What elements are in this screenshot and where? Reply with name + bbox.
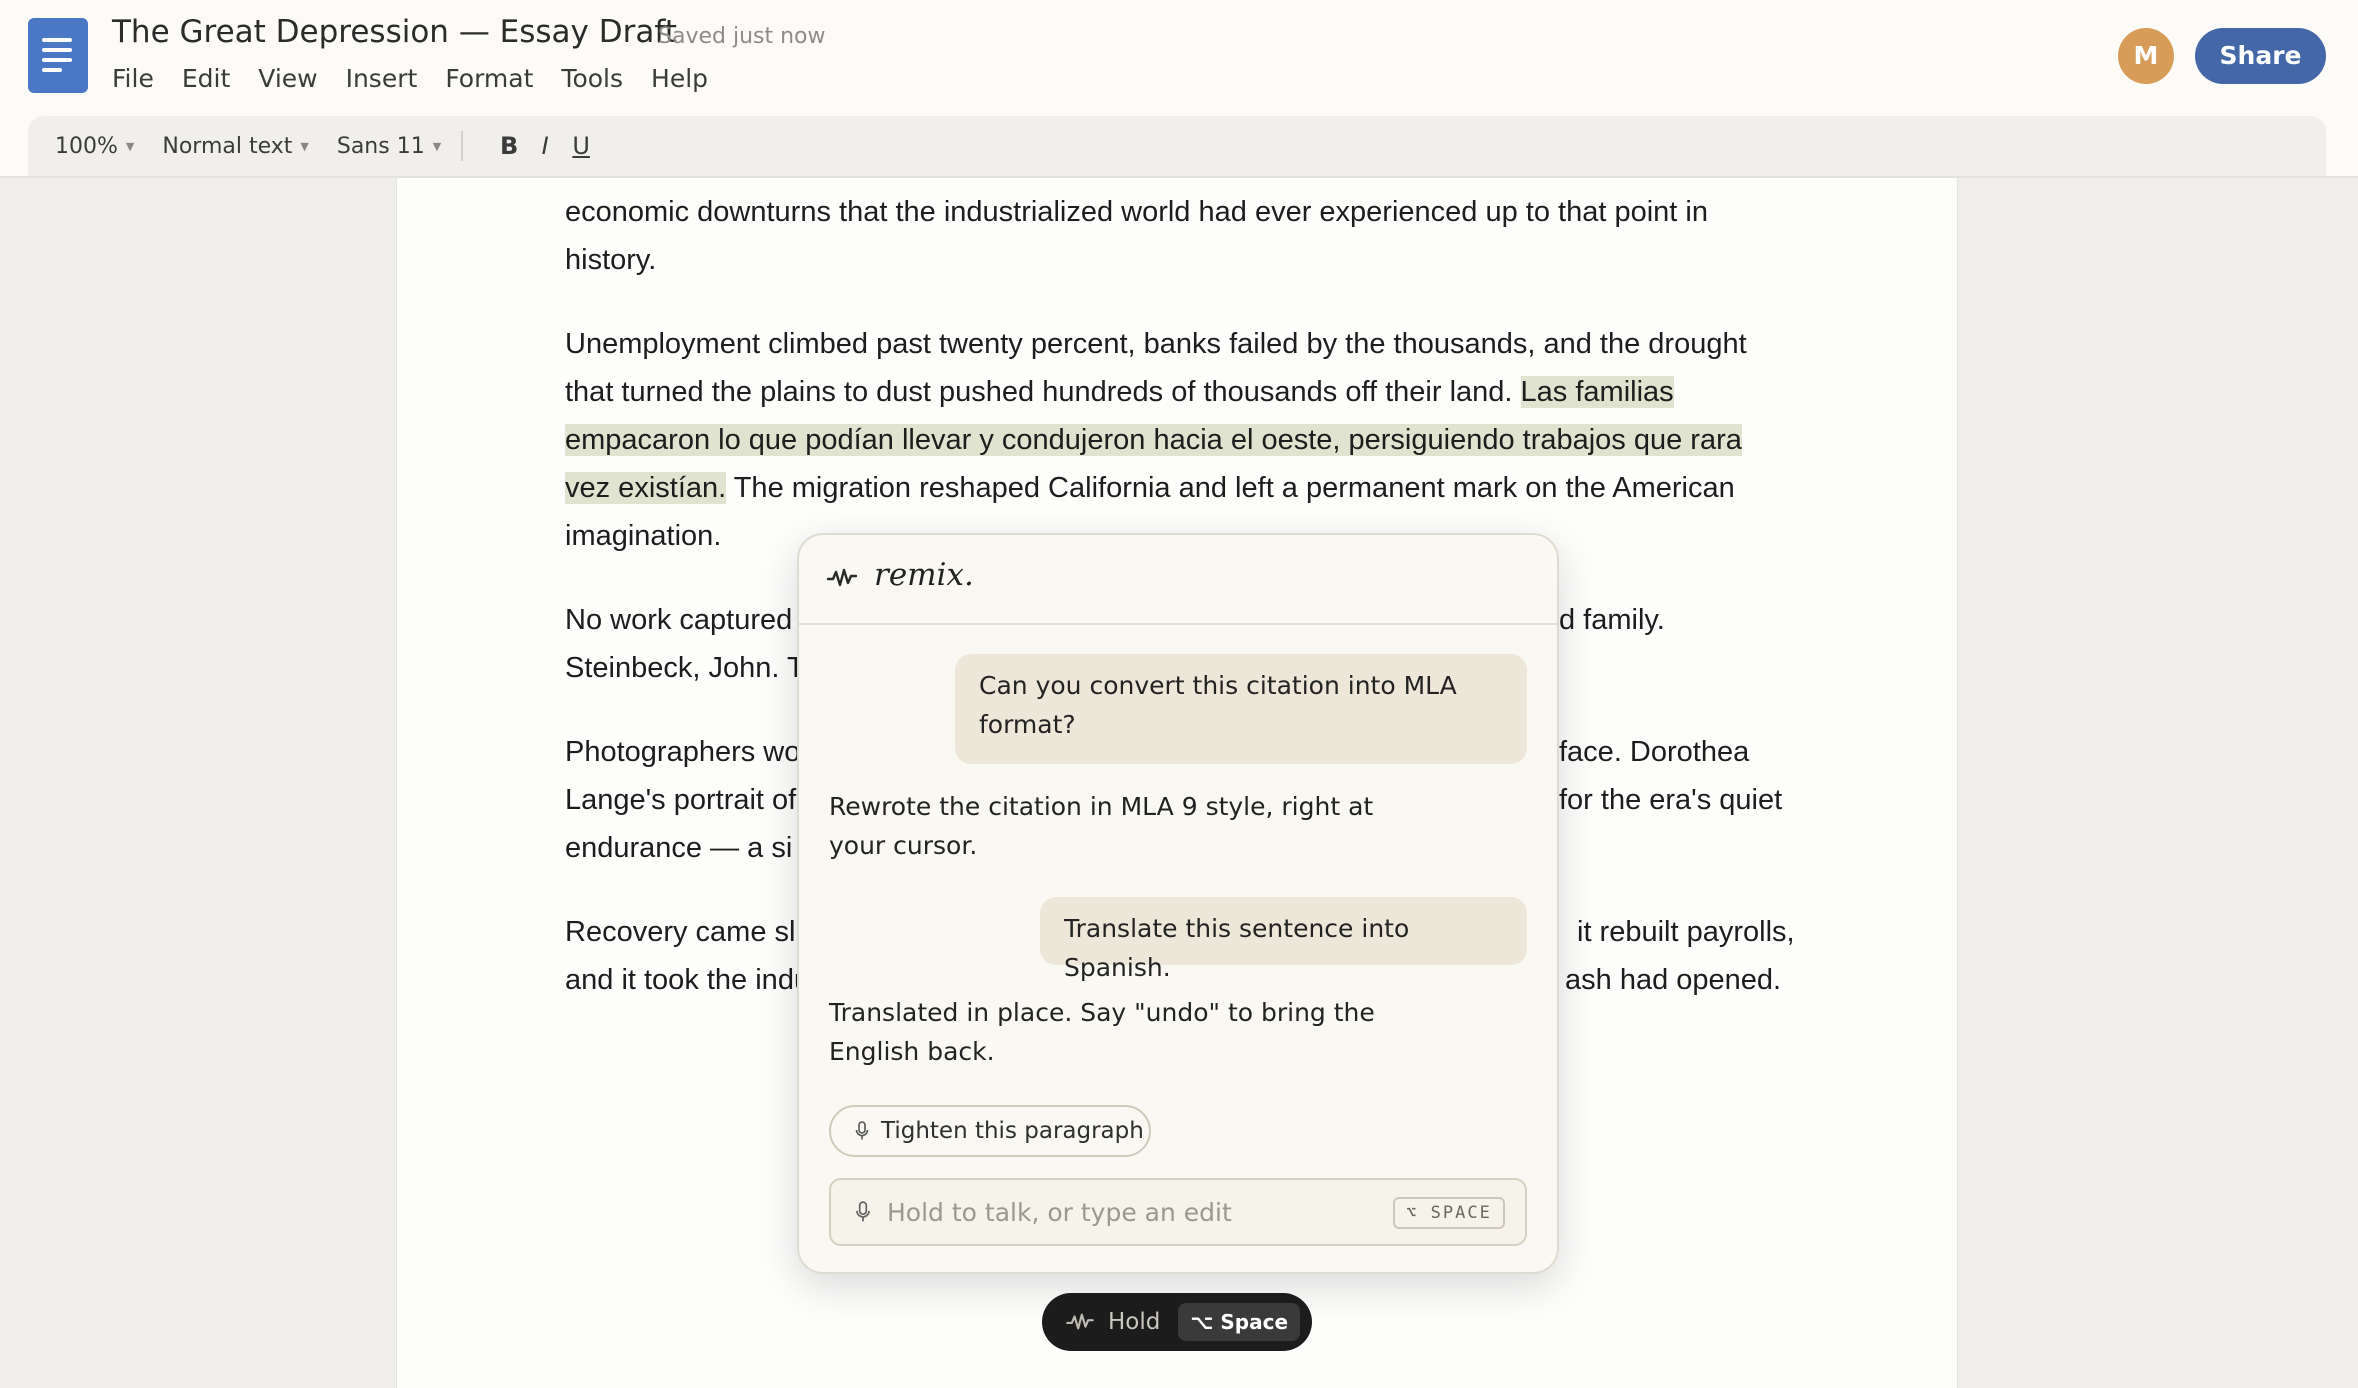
assistant-message: Rewrote the citation in MLA 9 style, rig…	[829, 792, 1374, 860]
translated-highlight: vez existían.	[565, 472, 727, 504]
hold-label: Hold	[1108, 1309, 1161, 1335]
text-style-value: Normal text	[162, 133, 293, 159]
menu-bar: File Edit View Insert Format Tools Help	[112, 64, 736, 93]
menu-edit[interactable]: Edit	[182, 64, 230, 93]
menu-tools[interactable]: Tools	[561, 64, 623, 93]
paragraph-line: vez existían. The migration reshaped Cal…	[565, 464, 1735, 512]
user-message: Can you convert this citation into MLA f…	[955, 654, 1527, 764]
microphone-icon	[855, 1121, 869, 1140]
paragraph-line: empacaron lo que podían llevar y conduje…	[565, 416, 1742, 464]
paragraph-line: imagination.	[565, 520, 722, 552]
user-avatar[interactable]: M	[2118, 28, 2174, 84]
paragraph-line: Steinbeck, John. T	[565, 652, 805, 684]
user-message: Translate this sentence into Spanish.	[1040, 897, 1527, 982]
paragraph-line: ash had opened.	[1565, 964, 1782, 996]
paragraph-line: history.	[565, 244, 657, 276]
paragraph-line: that turned the plains to dust pushed hu…	[565, 368, 1674, 416]
microphone-icon[interactable]	[855, 1201, 871, 1223]
document-title[interactable]: The Great Depression — Essay Draft	[112, 14, 677, 50]
paragraph-line: No work captured	[565, 604, 793, 636]
font-select[interactable]: Sans 11 ▼	[337, 134, 441, 159]
suggestion-chip-label: Tighten this paragraph	[881, 1118, 1144, 1144]
menu-help[interactable]: Help	[651, 64, 708, 93]
paragraph-line: Lange's portrait of	[565, 784, 797, 816]
translated-highlight: Las familias	[1520, 376, 1674, 408]
remix-header: remix.	[799, 535, 1557, 625]
zoom-select[interactable]: 100% ▼	[55, 134, 134, 159]
remix-logo: remix.	[874, 557, 974, 593]
text-style-select[interactable]: Normal text ▼	[162, 134, 308, 159]
shortcut-hint: ⌥ SPACE	[1393, 1197, 1505, 1229]
caret-down-icon: ▼	[300, 139, 309, 153]
docs-logo-icon[interactable]	[28, 18, 88, 93]
caret-down-icon: ▼	[125, 139, 135, 153]
space-key-badge: ⌥ Space	[1178, 1303, 1301, 1341]
paragraph-line: Unemployment climbed past twenty percent…	[565, 328, 1747, 360]
save-status: Saved just now	[658, 24, 826, 49]
underline-button[interactable]: U	[563, 132, 599, 160]
menu-view[interactable]: View	[258, 64, 317, 93]
menu-insert[interactable]: Insert	[346, 64, 418, 93]
paragraph-text: The migration reshaped California and le…	[726, 472, 1735, 504]
italic-button[interactable]: I	[527, 132, 563, 160]
suggestion-chip[interactable]: Tighten this paragraph	[829, 1105, 1151, 1157]
menu-file[interactable]: File	[112, 64, 154, 93]
toolbar-divider	[461, 131, 464, 161]
paragraph-line: d family.	[1559, 604, 1665, 636]
formatting-toolbar: 100% ▼ Normal text ▼ Sans 11 ▼ B I U	[28, 116, 2326, 176]
assistant-message: Translated in place. Say "undo" to bring…	[829, 998, 1375, 1066]
bold-button[interactable]: B	[491, 132, 527, 160]
hold-to-talk-button[interactable]: Hold ⌥ Space	[1042, 1293, 1312, 1351]
waveform-icon	[827, 568, 857, 587]
paragraph-line: endurance — a si	[565, 832, 793, 864]
zoom-value: 100%	[55, 133, 118, 159]
waveform-icon	[1066, 1313, 1094, 1330]
translated-highlight: empacaron lo que podían llevar y conduje…	[565, 424, 1742, 456]
paragraph-line: economic downturns that the industrializ…	[565, 196, 1708, 228]
edit-input[interactable]	[885, 1196, 1369, 1228]
edit-input-box[interactable]: ⌥ SPACE	[829, 1178, 1527, 1246]
paragraph-line: and it took the indu	[565, 964, 811, 996]
paragraph-text: that turned the plains to dust pushed hu…	[565, 376, 1521, 408]
top-bar: The Great Depression — Essay Draft Saved…	[0, 0, 2358, 178]
font-value: Sans 11	[336, 133, 425, 159]
caret-down-icon: ▼	[432, 139, 442, 153]
paragraph-line: face. Dorothea	[1559, 736, 1750, 768]
share-button[interactable]: Share	[2195, 28, 2326, 84]
paragraph-line: Recovery came sl	[565, 916, 796, 948]
remix-assistant-panel: remix. Can you convert this citation int…	[797, 533, 1559, 1274]
paragraph-line: it rebuilt payrolls,	[1577, 916, 1795, 948]
paragraph-line: for the era's quiet	[1559, 784, 1783, 816]
menu-format[interactable]: Format	[445, 64, 533, 93]
paragraph-line: Photographers wo	[565, 736, 801, 768]
